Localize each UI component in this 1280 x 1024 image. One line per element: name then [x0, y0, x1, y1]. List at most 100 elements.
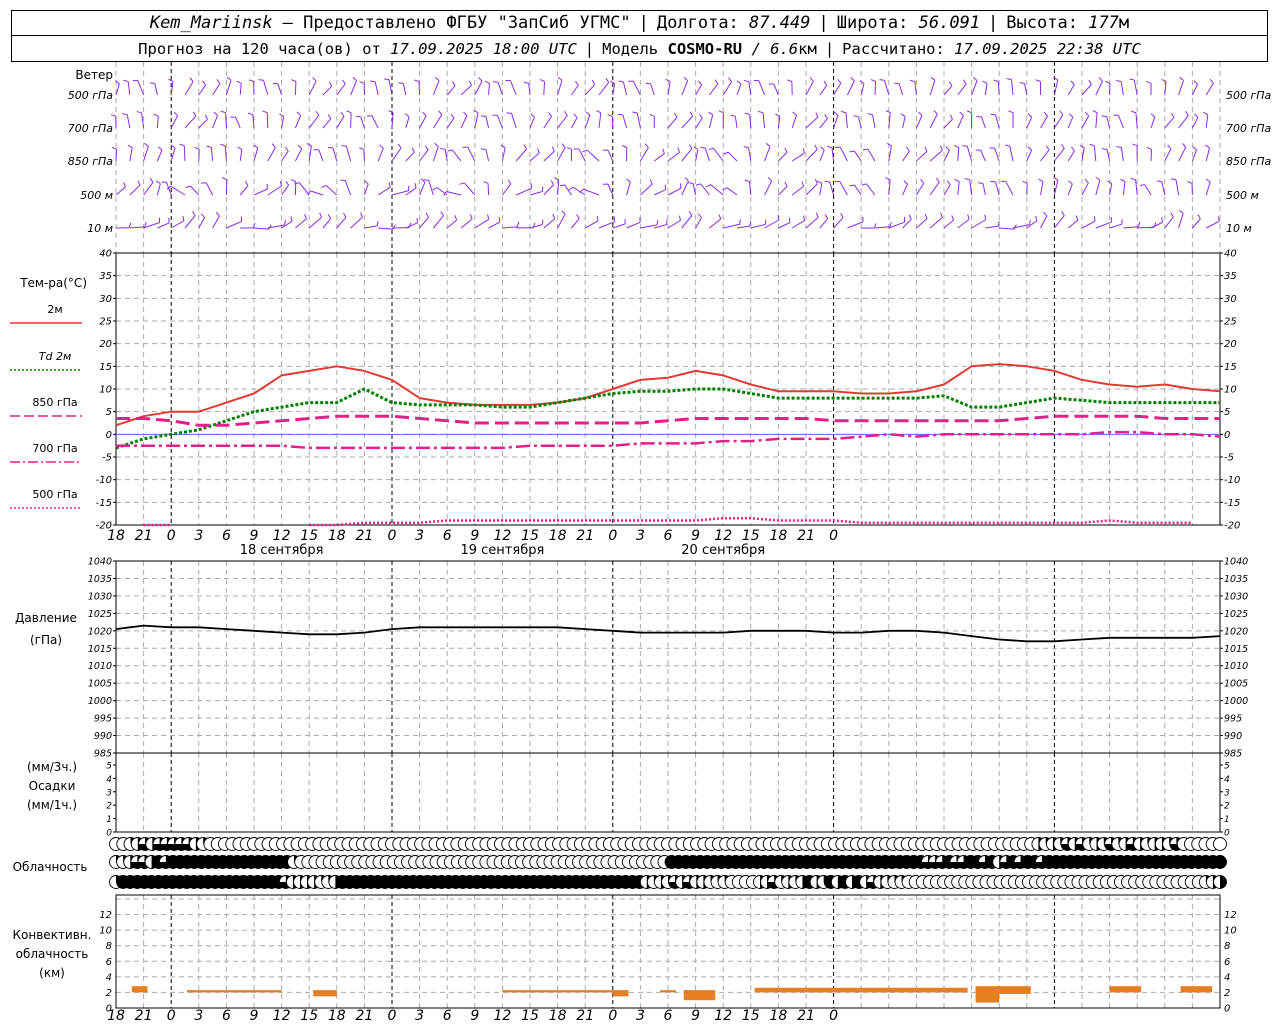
wind-barb-flag — [1129, 78, 1135, 81]
wind-barb — [308, 80, 317, 96]
wind-barb-flag — [1132, 143, 1138, 147]
temperature-ytick-left: -5 — [102, 453, 112, 464]
wind-barb — [263, 80, 269, 96]
wind-barb-flag — [1043, 211, 1048, 217]
wind-barb — [1011, 79, 1014, 96]
temperature-hour-label: 21 — [797, 528, 815, 544]
wind-barb-flag — [815, 212, 819, 218]
wind-barb-flag — [137, 180, 141, 186]
wind-barb — [363, 183, 369, 196]
wind-barb — [1120, 147, 1124, 162]
wind-barb — [336, 217, 347, 229]
wind-barb — [281, 150, 289, 162]
wind-barb-flag — [803, 215, 806, 221]
wind-barb-flag — [220, 143, 226, 147]
pressure-ytick-right: 1030 — [1224, 591, 1248, 602]
wind-barb — [432, 80, 440, 96]
wind-barb — [198, 118, 208, 129]
wind-barb — [451, 149, 462, 162]
wind-barb-flag — [530, 113, 535, 118]
wind-barb-flag — [833, 111, 839, 116]
wind-barb-flag — [951, 215, 955, 221]
wind-barb-flag — [202, 80, 207, 86]
wind-barb — [402, 83, 407, 96]
wind-barb-flag — [959, 111, 964, 116]
wind-barb — [929, 216, 943, 229]
wind-barb-flag — [962, 79, 967, 85]
wind-barb-flag — [1197, 214, 1201, 220]
temperature-hour-label: 18 — [328, 528, 346, 544]
wind-barb — [791, 185, 804, 196]
wind-barb — [622, 114, 628, 129]
temperature-hour-label: 6 — [443, 528, 452, 544]
temperature-legend-label: 500 гПа — [32, 488, 77, 501]
wind-barb-flag — [618, 80, 624, 83]
wind-barb — [446, 85, 456, 96]
wind-barb-flag — [414, 182, 417, 189]
convective-hour-label: 9 — [691, 1008, 700, 1024]
wind-barb-flag — [820, 146, 825, 151]
wind-barb — [446, 117, 455, 129]
wind-barb-flag — [626, 178, 631, 183]
wind-barb-flag — [990, 180, 996, 183]
wind-barb-flag — [539, 79, 545, 82]
wind-barb-flag — [557, 76, 563, 81]
precip-ytick-right: 3 — [1224, 788, 1230, 798]
wind-barb-flag — [945, 146, 950, 151]
wind-barb — [126, 114, 131, 129]
wind-barb-flag — [1008, 110, 1014, 114]
wind-barb — [708, 114, 714, 129]
wind-barb — [1081, 115, 1090, 129]
wind-barb — [915, 115, 923, 129]
wind-barb-flag — [226, 76, 232, 81]
wind-barb — [529, 191, 543, 196]
convective-hour-label: 6 — [664, 1008, 673, 1024]
wind-barb — [764, 180, 773, 196]
temperature-ytick-right: 25 — [1224, 317, 1237, 328]
wind-barb-flag — [683, 76, 689, 82]
wind-barb-flag — [213, 111, 218, 116]
wind-barb — [994, 147, 1000, 162]
wind-barb — [819, 118, 828, 129]
wind-barb — [528, 83, 531, 96]
wind-barb-flag — [679, 183, 682, 189]
wind-barb-flag — [450, 113, 455, 119]
wind-barb — [1081, 220, 1096, 229]
wind-barb — [496, 115, 503, 129]
wind-barb — [929, 181, 940, 196]
wind-barb-flag — [1061, 211, 1065, 216]
wind-barb — [388, 79, 393, 96]
wind-level-label-right: 500 гПа — [1226, 89, 1272, 102]
wind-barb — [432, 114, 443, 129]
wind-barb — [1081, 84, 1092, 96]
wind-barb — [957, 181, 960, 196]
wind-barb — [143, 181, 154, 196]
wind-barb-flag — [632, 111, 638, 114]
wind-barb-flag — [677, 147, 680, 153]
temperature-title: Тем-ра(°C) — [19, 276, 87, 290]
wind-barb-flag — [200, 213, 205, 218]
wind-barb — [350, 216, 363, 229]
wind-barb-flag — [297, 144, 303, 150]
wind-barb-flag — [765, 142, 771, 147]
wind-barb-flag — [447, 149, 453, 152]
wind-barb-flag — [1095, 176, 1101, 181]
wind-barb-flag — [247, 112, 253, 116]
convective-ytick-left: 12 — [99, 910, 112, 921]
wind-barb — [378, 227, 394, 230]
wind-barb — [474, 80, 483, 96]
wind-barb-flag — [873, 223, 877, 229]
wind-barb-flag — [1043, 111, 1048, 117]
wind-barb-flag — [153, 113, 159, 117]
wind-barb — [805, 149, 818, 162]
temperature-hour-label: 0 — [388, 528, 397, 544]
convective-hour-label: 12 — [273, 1008, 291, 1024]
wind-barb — [1191, 149, 1198, 162]
wind-barb — [485, 149, 490, 162]
wind-barb-flag — [1004, 144, 1010, 147]
wind-barb-flag — [397, 143, 402, 149]
wind-barb-flag — [1131, 110, 1137, 114]
wind-barb — [502, 226, 518, 229]
wind-barb — [516, 187, 532, 196]
wind-barb-flag — [398, 82, 404, 85]
